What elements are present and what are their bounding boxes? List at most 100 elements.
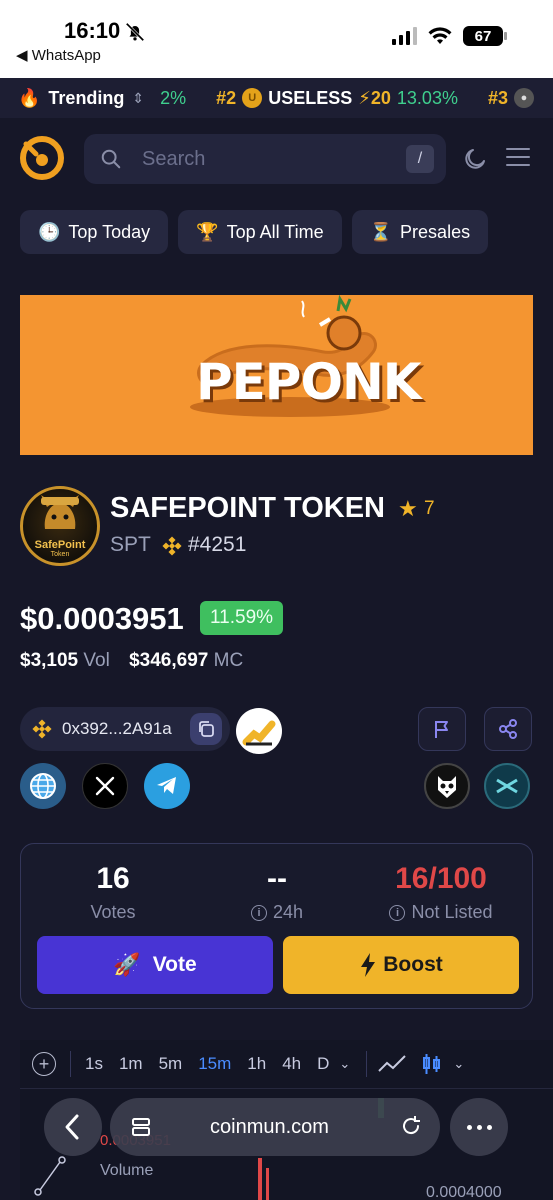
globe-icon [30, 773, 56, 799]
fire-icon: 🔥 [18, 87, 41, 108]
tab-label: Top Today [68, 221, 151, 242]
listing-label: Not Listed [411, 902, 493, 922]
bar-chart-logo-icon [242, 720, 276, 746]
bnb-chain-icon [162, 536, 182, 556]
rocket-icon: 🚀 [113, 952, 141, 977]
trending-label: Trending [48, 87, 125, 108]
promo-banner[interactable]: PEPONK [20, 295, 533, 455]
dexscreener-link[interactable] [484, 763, 530, 809]
more-dot [486, 1124, 492, 1130]
trending-rank: #2 [216, 87, 237, 108]
hourglass-icon: ⏳ [369, 221, 393, 242]
candlestick-icon[interactable] [421, 1052, 443, 1076]
token-logo-text: SafePoint [34, 539, 86, 551]
listing-progress: 16/100 [395, 862, 487, 895]
tabs-icon[interactable] [130, 1116, 152, 1138]
audit-link[interactable] [424, 763, 470, 809]
flag-icon [435, 721, 448, 738]
site-logo-icon[interactable] [20, 136, 64, 180]
owl-icon [438, 776, 456, 798]
bell-muted-icon [125, 22, 145, 42]
wifi-icon [428, 27, 452, 44]
telegram-link[interactable] [144, 763, 190, 809]
timeframe-1m[interactable]: 1m [119, 1054, 143, 1074]
search-icon [101, 149, 121, 169]
trophy-icon: 🏆 [196, 221, 219, 242]
price-axis-label: 0.0004000 [426, 1184, 502, 1200]
signal-icon [392, 27, 417, 45]
toolbar-divider [70, 1051, 71, 1077]
timeframe-d[interactable]: D [317, 1054, 329, 1074]
back-to-app-link[interactable]: ◀ WhatsApp [16, 46, 101, 64]
votes-count: 16 [96, 862, 130, 895]
hamburger-menu-icon[interactable] [506, 148, 530, 168]
chevron-down-icon[interactable]: ⌄ [339, 1056, 350, 1072]
lightning-icon [361, 953, 376, 977]
tab-label: Top All Time [226, 221, 324, 242]
timeframe-15m[interactable]: 15m [198, 1054, 231, 1074]
market-cap-value: $346,697 [129, 650, 209, 671]
timeframe-5m[interactable]: 5m [159, 1054, 183, 1074]
more-dot [476, 1124, 482, 1130]
tab-top-today[interactable]: 🕒 Top Today [20, 210, 169, 254]
x-twitter-link[interactable] [82, 763, 128, 809]
tab-top-all-time[interactable]: 🏆 Top All Time [178, 210, 342, 254]
vote-button[interactable]: 🚀 Vote [37, 936, 273, 994]
search-shortcut-key: / [406, 145, 434, 173]
token-rank: #4251 [188, 533, 247, 556]
chevron-left-icon [65, 1114, 79, 1140]
line-chart-icon[interactable] [377, 1053, 407, 1075]
volume-label: Vol [83, 650, 110, 671]
share-icon [499, 719, 517, 739]
token-logo: SafePoint Token [20, 486, 100, 566]
contract-address-pill[interactable]: 0x392...2A91a [20, 707, 230, 751]
share-button[interactable] [484, 707, 532, 751]
chart-divider [20, 1088, 553, 1089]
dex-logo-icon [496, 778, 518, 794]
report-button[interactable] [418, 707, 466, 751]
trending-next-rank: #3 [487, 87, 508, 108]
market-cap-label: MC [213, 650, 244, 671]
chevron-down-icon[interactable]: ⌄ [453, 1056, 464, 1072]
battery-icon: 67 [463, 26, 507, 46]
trending-change: 13.03% [396, 87, 458, 108]
timeframe-1s[interactable]: 1s [85, 1054, 103, 1074]
timeframe-4h[interactable]: 4h [282, 1054, 301, 1074]
volume-bar [266, 1168, 269, 1200]
website-link[interactable] [20, 763, 66, 809]
info-icon[interactable]: i [389, 904, 406, 921]
token-logo-subtext: Token [50, 551, 70, 558]
browser-back-button[interactable] [44, 1098, 102, 1156]
info-icon[interactable]: i [250, 904, 267, 921]
dextools-link[interactable] [236, 708, 282, 754]
votes-24h-label: 24h [272, 902, 304, 922]
star-icon[interactable]: ★ [398, 496, 418, 522]
search-input[interactable] [142, 146, 402, 172]
token-stats: $3,105 Vol $346,697 MC [20, 650, 257, 672]
tab-label: Presales [400, 221, 471, 242]
sort-toggle-icon[interactable]: ⇕ [132, 90, 144, 107]
add-indicator-button[interactable]: + [32, 1052, 56, 1076]
token-name: SAFEPOINT TOKEN [110, 492, 385, 524]
timeframe-1h[interactable]: 1h [247, 1054, 266, 1074]
votes-24h-stat: -- i 24h [197, 862, 357, 923]
copy-button[interactable] [190, 713, 222, 745]
votes-label: Votes [90, 902, 136, 922]
chart-toolbar: + 1s 1m 5m 15m 1h 4h D ⌄ ⌄ [20, 1040, 553, 1088]
search-bar[interactable]: / [84, 134, 446, 184]
moon-icon[interactable] [464, 146, 488, 170]
listing-stat: 16/100 i Not Listed [361, 862, 521, 923]
tab-presales[interactable]: ⏳ Presales [351, 210, 489, 254]
status-time: 16:10 [64, 18, 121, 43]
token-mascot-icon [41, 495, 79, 529]
volume-value: $3,105 [20, 650, 79, 671]
browser-url-bar[interactable]: coinmun.com [110, 1098, 440, 1156]
browser-more-button[interactable] [450, 1098, 508, 1156]
trending-coin-name[interactable]: USELESS [268, 88, 352, 109]
bnb-chain-icon [32, 719, 52, 739]
reload-icon[interactable] [400, 1115, 422, 1137]
volume-legend: Volume [100, 1162, 154, 1179]
boost-button-label: Boost [383, 953, 443, 976]
boost-button[interactable]: Boost [283, 936, 519, 994]
coin-logo-icon: U [242, 88, 263, 108]
